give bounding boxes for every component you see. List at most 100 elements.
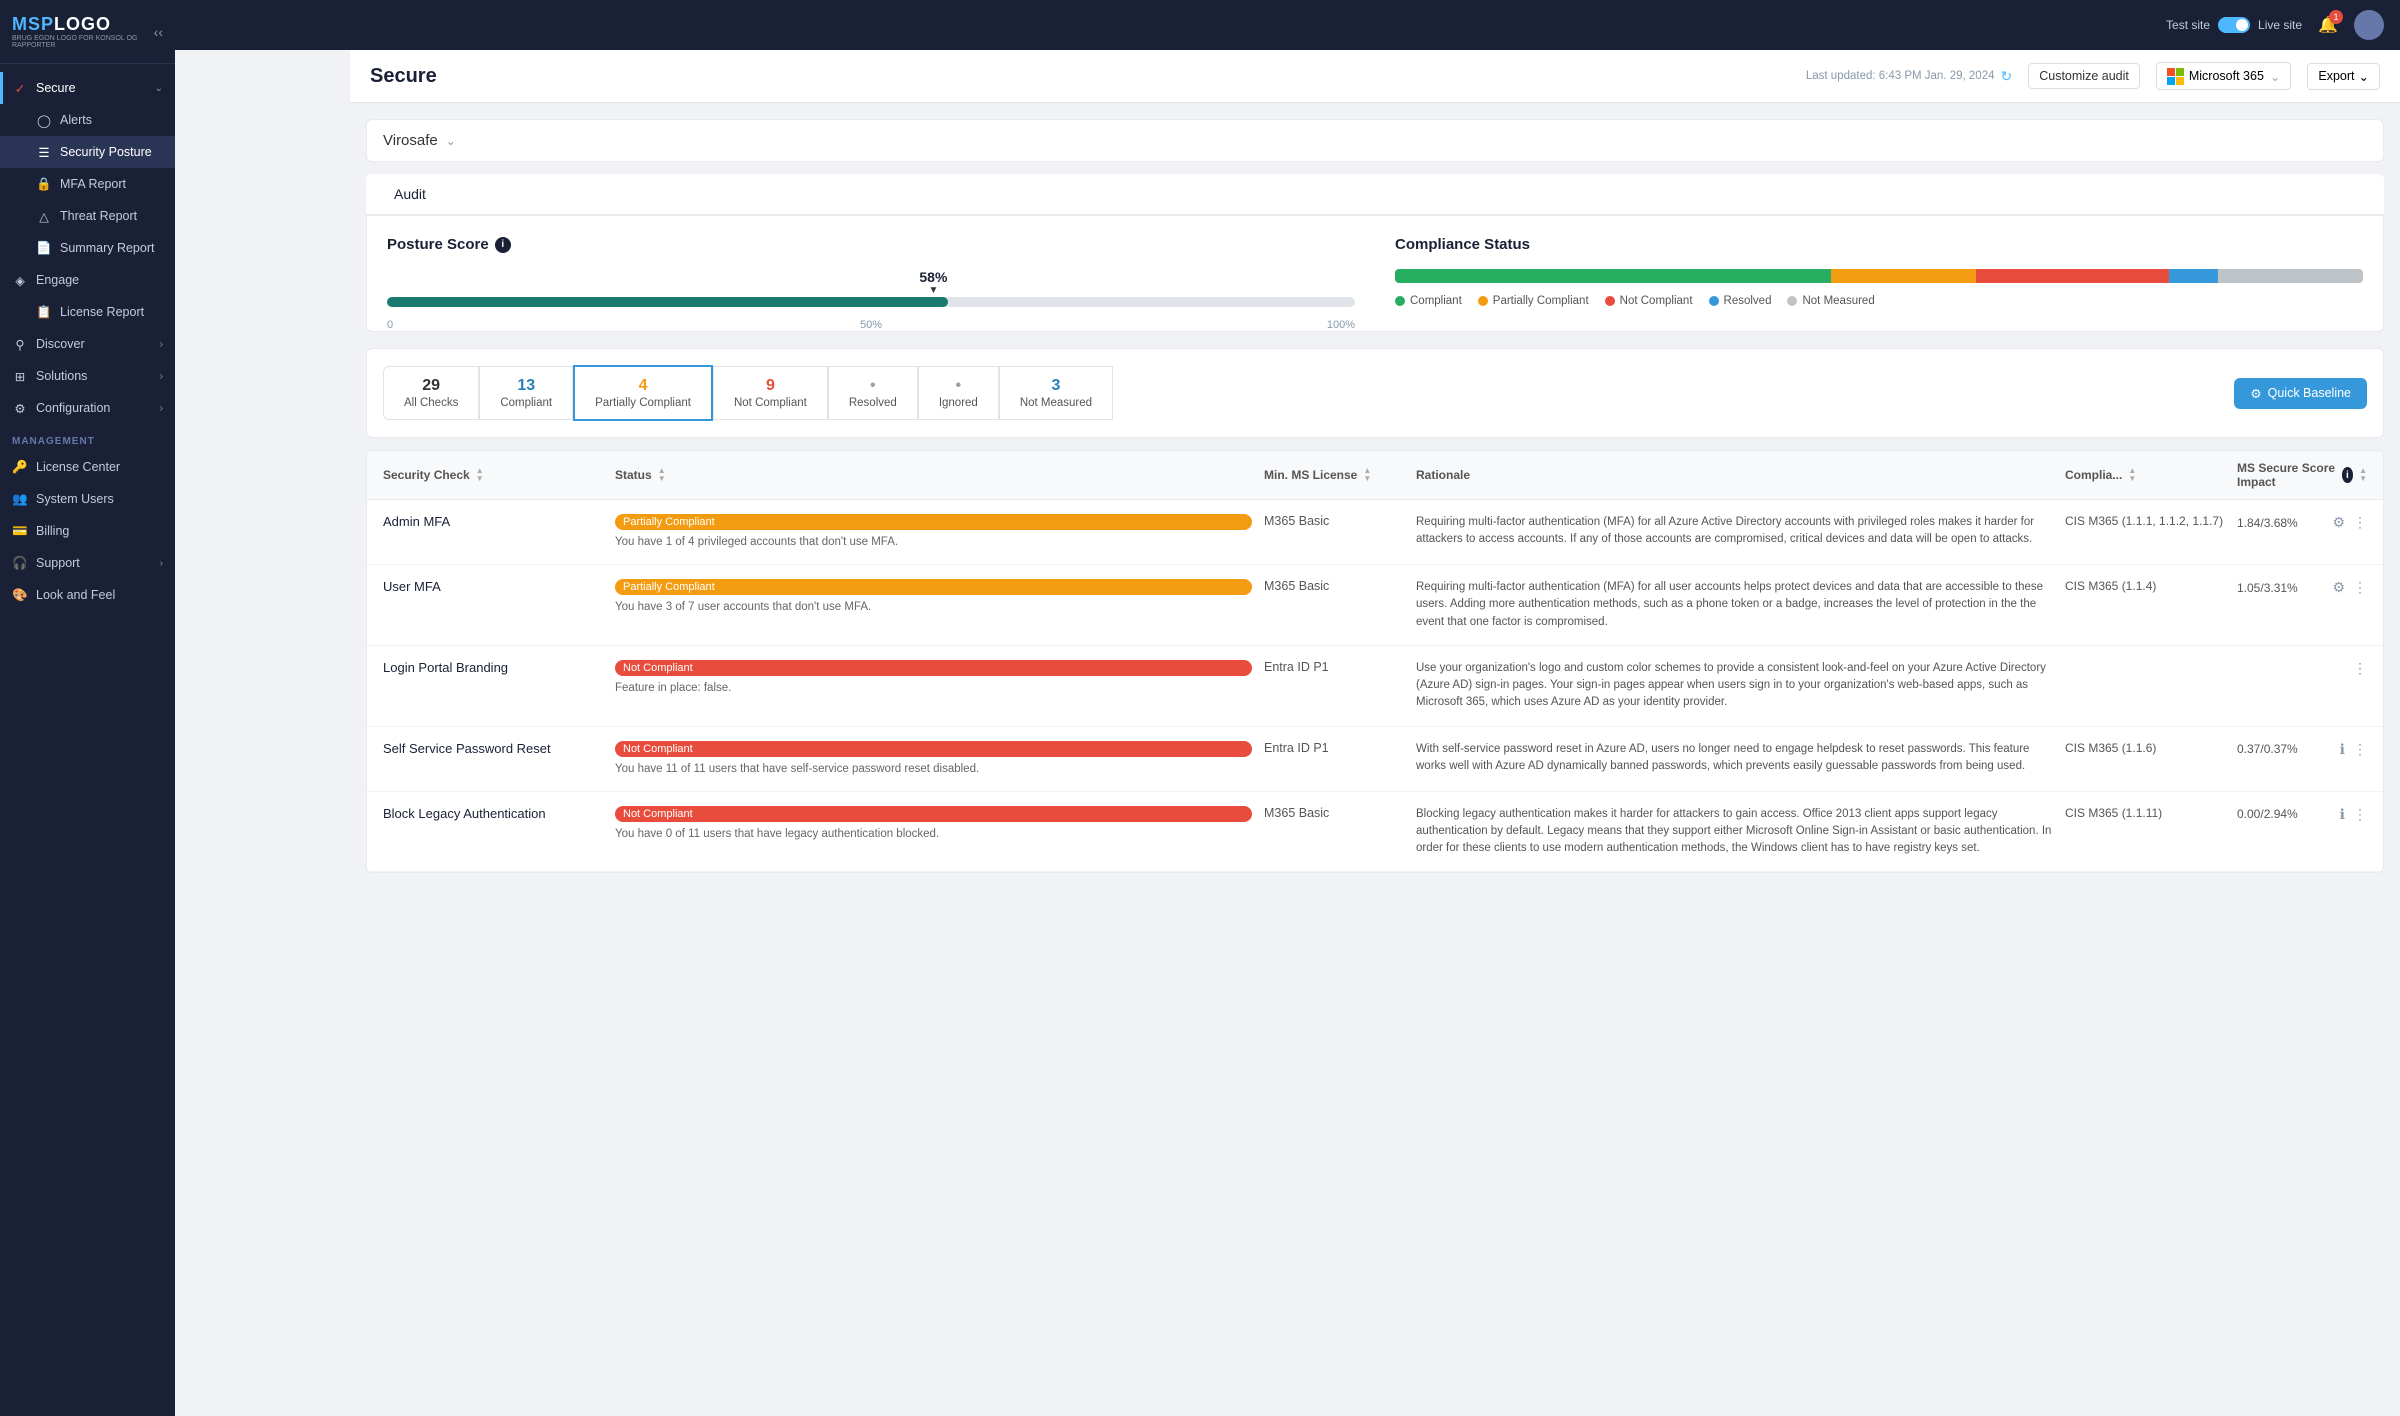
compliance-status-panel: Compliance Status Compliant [1395, 236, 2363, 311]
sidebar-item-summary-report[interactable]: 📄 Summary Report [0, 232, 175, 264]
content-area: Virosafe ⌄ Audit Posture Score i 58% ▼ [350, 103, 2400, 889]
export-button[interactable]: Export ⌄ [2307, 63, 2380, 90]
credit-icon: 💳 [12, 523, 28, 539]
row-status-block-legacy: Not Compliant You have 0 of 11 users tha… [615, 806, 1252, 842]
sidebar-item-solutions[interactable]: ⊞ Solutions › [0, 360, 175, 392]
quick-baseline-button[interactable]: ⚙ Quick Baseline [2234, 378, 2367, 409]
legend-compliant: Compliant [1395, 295, 1462, 307]
sidebar-item-support-label: Support [36, 556, 152, 570]
site-toggle-switch[interactable] [2218, 17, 2250, 33]
row-compliance-admin-mfa: CIS M365 (1.1.1, 1.1.2, 1.1.7) [2065, 514, 2225, 528]
status-desc-sspr: You have 11 of 11 users that have self-s… [615, 761, 1252, 777]
sidebar-item-discover[interactable]: ⚲ Discover › [0, 328, 175, 360]
notification-bell[interactable]: 🔔 1 [2318, 15, 2338, 35]
status-desc-user-mfa: You have 3 of 7 user accounts that don't… [615, 599, 1252, 615]
row-actions-block-legacy: ℹ ⋮ [2340, 806, 2367, 823]
row-score-login-branding: ⋮ [2237, 660, 2367, 677]
compliance-legend: Compliant Partially Compliant Not Compli… [1395, 295, 2363, 307]
more-icon3[interactable]: ⋮ [2353, 660, 2367, 677]
filter-tab-not-measured[interactable]: 3 Not Measured [999, 366, 1113, 420]
sidebar-item-security-posture[interactable]: ☰ Security Posture [0, 136, 175, 168]
row-rationale-block-legacy: Blocking legacy authentication makes it … [1416, 806, 2053, 858]
sidebar-item-license-report[interactable]: 📋 License Report [0, 296, 175, 328]
row-license-login-branding: Entra ID P1 [1264, 660, 1404, 674]
row-name-login-branding: Login Portal Branding [383, 660, 603, 675]
sort-icon2[interactable]: ▲▼ [658, 467, 666, 483]
not-measured-dot [1787, 296, 1797, 306]
filter-tab-partial[interactable]: 4 Partially Compliant [573, 365, 713, 421]
tab-audit[interactable]: Audit [366, 174, 454, 216]
more-icon5[interactable]: ⋮ [2353, 806, 2367, 823]
filter-tab-all[interactable]: 29 All Checks [383, 366, 479, 420]
row-name-sspr: Self Service Password Reset [383, 741, 603, 756]
lock-icon: 🔒 [36, 176, 52, 192]
refresh-button[interactable]: ↻ [2001, 68, 2013, 85]
score-info-icon[interactable]: i [2342, 467, 2353, 483]
doc-icon: 📋 [36, 304, 52, 320]
row-score-admin-mfa: 1.84/3.68% ⚙ ⋮ [2237, 514, 2367, 531]
posture-progress-container: 58% ▼ 0 50% 100% [387, 269, 1355, 307]
logo-msp: MSPLOGO [12, 14, 154, 35]
posture-info-icon[interactable]: i [495, 237, 511, 253]
sidebar-item-config-label: Configuration [36, 401, 152, 415]
row-actions-login-branding: ⋮ [2353, 660, 2367, 677]
not-compliant-count: 9 [734, 377, 807, 395]
compliant-dot [1395, 296, 1405, 306]
more-icon2[interactable]: ⋮ [2353, 579, 2367, 596]
score-section: Posture Score i 58% ▼ 0 50% 100% [366, 216, 2384, 332]
sidebar-item-billing[interactable]: 💳 Billing [0, 515, 175, 547]
settings-icon2[interactable]: ⚙ [2332, 579, 2345, 596]
compliance-status-title: Compliance Status [1395, 236, 2363, 253]
grid-icon: ⊞ [12, 368, 28, 384]
filter-tab-compliant[interactable]: 13 Compliant [479, 366, 573, 420]
sidebar-item-license-center-label: License Center [36, 460, 163, 474]
filter-tabs: 29 All Checks 13 Compliant 4 Partially C… [366, 348, 2384, 438]
sidebar-item-alerts[interactable]: ◯ Alerts [0, 104, 175, 136]
not-compliant-segment [1976, 269, 2170, 283]
sidebar-item-configuration[interactable]: ⚙ Configuration › [0, 392, 175, 424]
sidebar-item-mfa-report[interactable]: 🔒 MFA Report [0, 168, 175, 200]
more-icon[interactable]: ⋮ [2353, 514, 2367, 531]
sidebar-item-summary-label: Summary Report [60, 241, 163, 255]
bell-icon: ◯ [36, 112, 52, 128]
filter-tab-ignored[interactable]: • Ignored [918, 366, 999, 420]
table-row: Self Service Password Reset Not Complian… [367, 727, 2383, 792]
row-actions-admin-mfa: ⚙ ⋮ [2332, 514, 2367, 531]
more-icon4[interactable]: ⋮ [2353, 741, 2367, 758]
row-actions-sspr: ℹ ⋮ [2340, 741, 2367, 758]
company-selector[interactable]: Virosafe ⌄ [366, 119, 2384, 162]
sort-icon[interactable]: ▲▼ [476, 467, 484, 483]
sidebar-item-secure[interactable]: ✓ Secure ⌄ [0, 72, 175, 104]
test-site-label: Test site [2166, 18, 2210, 32]
settings-icon[interactable]: ⚙ [2332, 514, 2345, 531]
legend-not-measured: Not Measured [1787, 295, 1874, 307]
sidebar-item-security-posture-label: Security Posture [60, 145, 163, 159]
not-measured-segment [2218, 269, 2363, 283]
sidebar-item-system-users[interactable]: 👥 System Users [0, 483, 175, 515]
sidebar-item-threat-report[interactable]: △ Threat Report [0, 200, 175, 232]
sort-icon4[interactable]: ▲▼ [2128, 467, 2136, 483]
sidebar-item-license-label: License Report [60, 305, 163, 319]
ms365-selector[interactable]: Microsoft 365 ⌄ [2156, 62, 2292, 90]
sort-icon3[interactable]: ▲▼ [1363, 467, 1371, 483]
filter-tab-resolved[interactable]: • Resolved [828, 366, 918, 420]
sidebar-logo: MSPLOGO BRUG EGON LOGO FOR KONSOL OG RAP… [0, 0, 175, 64]
sidebar-item-look-feel[interactable]: 🎨 Look and Feel [0, 579, 175, 611]
filter-tab-not-compliant[interactable]: 9 Not Compliant [713, 366, 828, 420]
info-icon2[interactable]: ℹ [2340, 741, 2345, 758]
sort-icon5[interactable]: ▲▼ [2359, 467, 2367, 483]
topbar: Test site Live site 🔔 1 [175, 0, 2400, 50]
sidebar-item-support[interactable]: 🎧 Support › [0, 547, 175, 579]
status-desc-block-legacy: You have 0 of 11 users that have legacy … [615, 826, 1252, 842]
progress-bar-background [387, 297, 1355, 307]
list-icon: ☰ [36, 144, 52, 160]
sidebar-item-engage[interactable]: ◈ Engage [0, 264, 175, 296]
shield-icon: ✓ [12, 80, 28, 96]
collapse-icon[interactable]: ‹‹ [154, 24, 163, 40]
sidebar-item-license-center[interactable]: 🔑 License Center [0, 451, 175, 483]
row-score-sspr: 0.37/0.37% ℹ ⋮ [2237, 741, 2367, 758]
customize-audit-button[interactable]: Customize audit [2028, 63, 2140, 89]
info-icon3[interactable]: ℹ [2340, 806, 2345, 823]
page-title: Secure [370, 65, 437, 88]
user-avatar[interactable] [2354, 10, 2384, 40]
